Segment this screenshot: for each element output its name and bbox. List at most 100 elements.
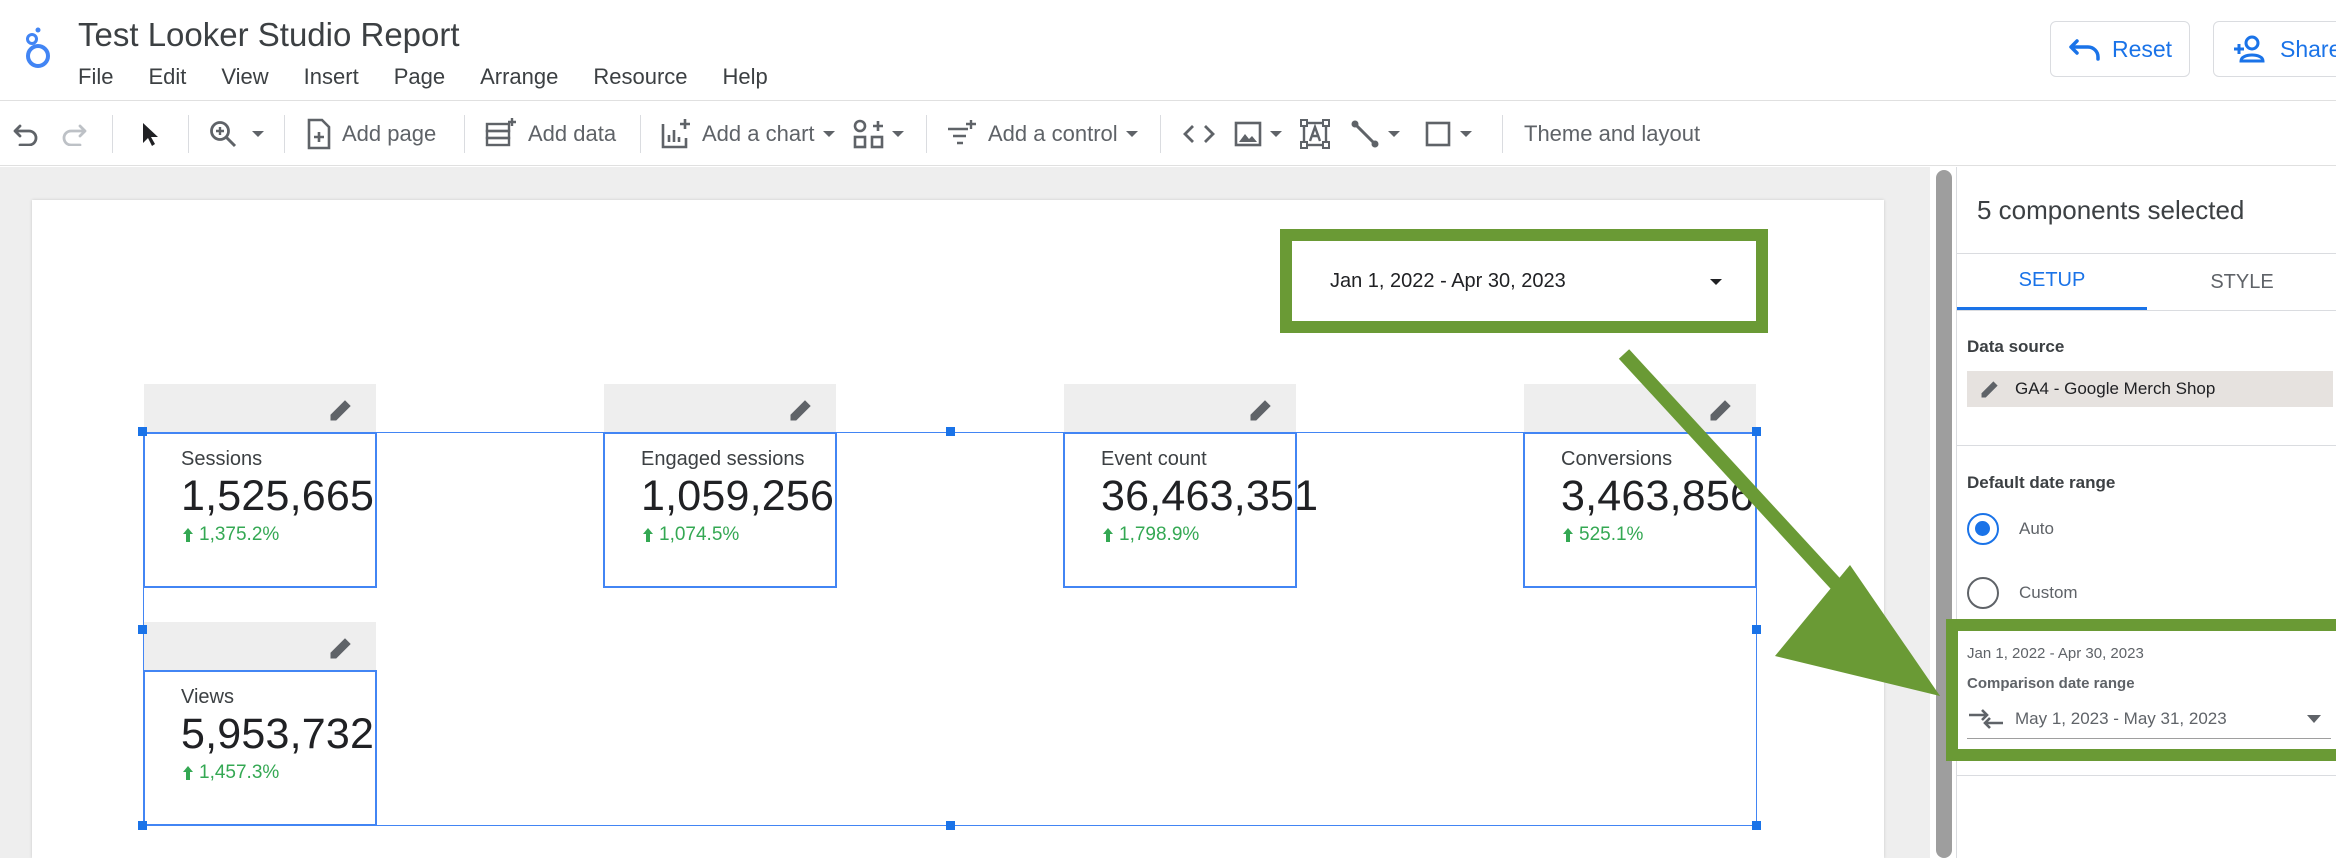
add-data-icon bbox=[485, 118, 516, 147]
add-page-label: Add page bbox=[342, 121, 437, 146]
menu-page[interactable]: Page bbox=[394, 64, 445, 90]
image-icon bbox=[1234, 121, 1262, 147]
resize-handle[interactable] bbox=[946, 427, 955, 436]
cursor-arrow-icon bbox=[143, 123, 158, 146]
add-chart-icon bbox=[661, 119, 690, 149]
insert-text-button[interactable] bbox=[1300, 101, 1330, 167]
zoom-button[interactable] bbox=[208, 101, 264, 167]
add-page-icon bbox=[307, 118, 331, 150]
insert-image-button[interactable] bbox=[1234, 101, 1282, 167]
add-page-button[interactable]: Add page bbox=[306, 101, 436, 167]
section-divider bbox=[1957, 445, 2336, 446]
annotation-arrow-icon bbox=[1618, 349, 1940, 696]
tab-style[interactable]: STYLE bbox=[2147, 254, 2336, 310]
theme-and-layout-button[interactable]: Theme and layout bbox=[1524, 101, 1700, 167]
default-date-range-heading: Default date range bbox=[1967, 473, 2116, 492]
data-source-chip[interactable]: GA4 - Google Merch Shop bbox=[1967, 371, 2333, 407]
pencil-icon bbox=[1981, 381, 1998, 398]
pencil-icon bbox=[790, 400, 811, 421]
data-source-name: GA4 - Google Merch Shop bbox=[2015, 379, 2216, 398]
menu-arrange[interactable]: Arrange bbox=[480, 64, 558, 90]
add-data-label: Add data bbox=[528, 121, 617, 146]
date-range-control[interactable]: Jan 1, 2022 - Apr 30, 2023 bbox=[1292, 241, 1756, 321]
radio-auto-label: Auto bbox=[2019, 519, 2054, 538]
group-selection-box[interactable] bbox=[143, 432, 1757, 826]
select-tool-button[interactable] bbox=[138, 101, 162, 167]
radio-auto-circle[interactable] bbox=[1967, 513, 1999, 545]
toolbar-divider bbox=[1502, 115, 1503, 153]
add-person-icon bbox=[2234, 35, 2265, 63]
add-control-button[interactable]: Add a control bbox=[946, 101, 1138, 167]
data-source-heading: Data source bbox=[1967, 337, 2065, 356]
resize-handle[interactable] bbox=[138, 625, 147, 634]
share-button[interactable]: Share bbox=[2213, 21, 2336, 77]
pencil-icon bbox=[1250, 400, 1271, 421]
theme-and-layout-label: Theme and layout bbox=[1524, 121, 1701, 146]
menu-insert[interactable]: Insert bbox=[304, 64, 359, 90]
components-caret-icon bbox=[892, 131, 904, 137]
line-caret-icon bbox=[1388, 131, 1400, 137]
share-label: Share bbox=[2280, 35, 2336, 62]
menu-file[interactable]: File bbox=[78, 64, 113, 90]
date-range-caret-icon bbox=[1710, 279, 1722, 285]
panel-tabs: SETUP STYLE bbox=[1957, 253, 2336, 311]
undo-arrow-icon bbox=[2069, 39, 2100, 61]
insert-line-button[interactable] bbox=[1350, 101, 1400, 167]
reset-label: Reset bbox=[2111, 35, 2173, 62]
menu-view[interactable]: View bbox=[221, 64, 268, 90]
radio-custom-circle[interactable] bbox=[1967, 577, 1999, 609]
toolbar-divider bbox=[1160, 115, 1161, 153]
radio-custom[interactable]: Custom bbox=[1967, 577, 2078, 609]
radio-auto[interactable]: Auto bbox=[1967, 513, 2054, 545]
zoom-in-icon bbox=[210, 121, 237, 148]
toolbar-divider bbox=[926, 115, 927, 153]
menu-help[interactable]: Help bbox=[723, 64, 768, 90]
text-box-icon bbox=[1300, 119, 1330, 149]
shape-caret-icon bbox=[1460, 131, 1472, 137]
toolbar-divider bbox=[464, 115, 465, 153]
looker-studio-logo-icon bbox=[26, 27, 50, 68]
add-control-label: Add a control bbox=[988, 121, 1118, 146]
add-control-caret-icon bbox=[1125, 131, 1138, 137]
redo-icon bbox=[62, 124, 87, 146]
app-header: Test Looker Studio Report File Edit View… bbox=[0, 0, 2336, 100]
toolbar-divider bbox=[112, 115, 113, 153]
add-control-icon bbox=[948, 120, 976, 145]
resize-handle[interactable] bbox=[138, 821, 147, 830]
resize-handle[interactable] bbox=[138, 427, 147, 436]
add-chart-caret-icon bbox=[822, 131, 835, 137]
components-icon bbox=[853, 119, 884, 149]
menu-resource[interactable]: Resource bbox=[593, 64, 687, 90]
toolbar-divider bbox=[188, 115, 189, 153]
community-visualizations-button[interactable] bbox=[852, 101, 904, 167]
scorecard-edit-tab[interactable] bbox=[1064, 384, 1296, 432]
report-title[interactable]: Test Looker Studio Report bbox=[78, 16, 460, 54]
menu-bar: File Edit View Insert Page Arrange Resou… bbox=[78, 64, 803, 90]
embed-url-button[interactable] bbox=[1182, 101, 1216, 167]
menu-edit[interactable]: Edit bbox=[148, 64, 186, 90]
panel-title: 5 components selected bbox=[1977, 195, 2245, 225]
add-chart-label: Add a chart bbox=[702, 121, 815, 146]
toolbar: Add page Add data Add a chart Add a cont… bbox=[0, 100, 2336, 166]
add-data-button[interactable]: Add data bbox=[484, 101, 616, 167]
insert-shape-button[interactable] bbox=[1424, 101, 1472, 167]
undo-button[interactable] bbox=[12, 101, 40, 167]
code-brackets-icon bbox=[1183, 125, 1215, 143]
tab-setup[interactable]: SETUP bbox=[1957, 254, 2147, 310]
resize-handle[interactable] bbox=[946, 821, 955, 830]
add-chart-button[interactable]: Add a chart bbox=[660, 101, 835, 167]
rectangle-icon bbox=[1425, 121, 1451, 147]
scorecard-edit-tab[interactable] bbox=[604, 384, 836, 432]
pencil-icon bbox=[330, 400, 351, 421]
line-icon bbox=[1351, 120, 1379, 148]
scorecard-edit-tab[interactable] bbox=[144, 384, 376, 432]
comparison-highlight bbox=[1946, 619, 2336, 761]
toolbar-divider bbox=[640, 115, 641, 153]
redo-button[interactable] bbox=[60, 101, 88, 167]
toolbar-divider bbox=[284, 115, 285, 153]
resize-handle[interactable] bbox=[1752, 821, 1761, 830]
section-divider bbox=[1957, 775, 2336, 776]
reset-button[interactable]: Reset bbox=[2050, 21, 2190, 77]
image-caret-icon bbox=[1270, 131, 1282, 137]
undo-icon bbox=[13, 124, 38, 146]
